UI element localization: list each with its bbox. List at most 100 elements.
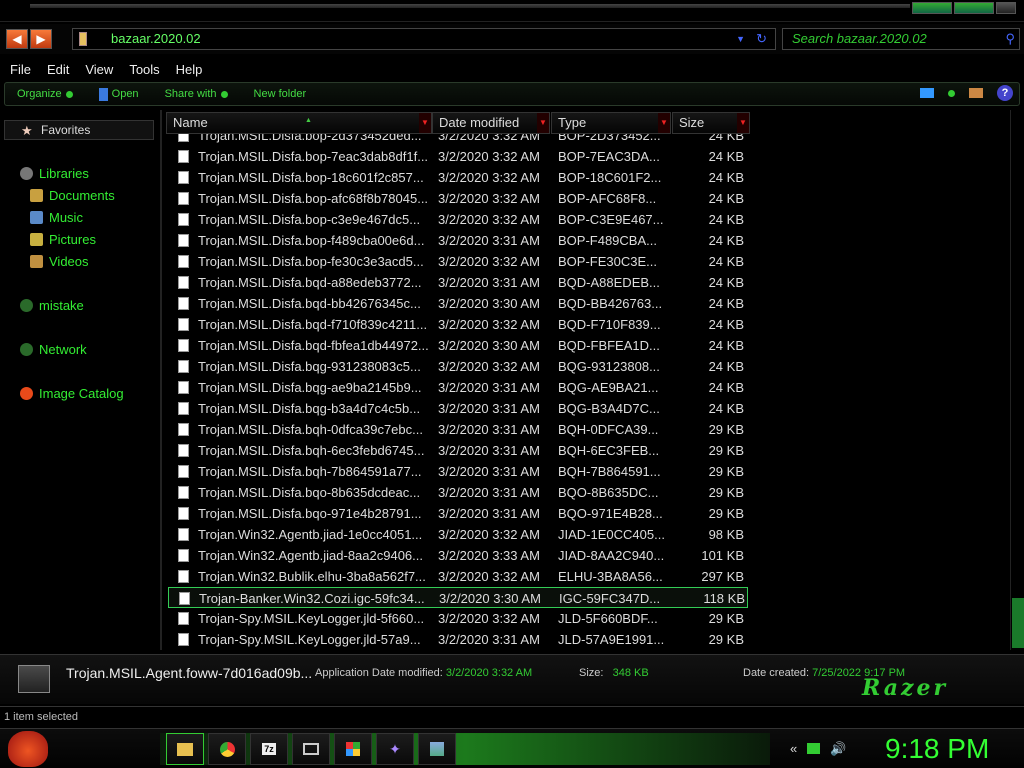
nav-music[interactable]: Music [30, 210, 83, 225]
file-row[interactable]: Trojan.MSIL.Disfa.bqd-fbfea1db44972... 3/… [168, 335, 748, 356]
7zip-taskbar-icon[interactable]: 7z [250, 733, 288, 765]
file-row[interactable]: Trojan.MSIL.Disfa.bop-18c601f2c857... 3/2… [168, 167, 748, 188]
file-row[interactable]: Trojan.MSIL.Disfa.bqh-6ec3febd6745... 3/2… [168, 440, 748, 461]
explorer-taskbar-icon[interactable] [166, 733, 204, 765]
remote-desktop-taskbar-icon[interactable] [292, 733, 330, 765]
file-row[interactable]: Trojan-Spy.MSIL.KeyLogger.jld-57a9... 3/2… [168, 629, 748, 650]
new-folder-label: New folder [253, 88, 307, 100]
tray-expand-icon[interactable]: « [790, 741, 797, 757]
clock[interactable]: 9:18 PM [885, 733, 989, 765]
paint-taskbar-icon[interactable] [418, 733, 456, 765]
file-name: Trojan.MSIL.Disfa.bop-fe30c3e3acd5... [198, 254, 424, 269]
column-header-bar: Name ▲ ▼ Date modified ▼ Type ▼ Size ▼ [162, 110, 1020, 134]
windows-taskbar-icon[interactable] [334, 733, 372, 765]
start-button[interactable] [8, 731, 48, 767]
file-row[interactable]: Trojan.MSIL.Disfa.bqh-7b864591a77... 3/2/… [168, 461, 748, 482]
organize-button[interactable]: Organize [17, 88, 73, 100]
name-filter-icon[interactable]: ▼ [419, 113, 431, 133]
maximize-button[interactable] [954, 2, 994, 14]
view-dropdown-icon[interactable] [948, 89, 955, 97]
nav-network[interactable]: Network [20, 342, 87, 357]
new-folder-button[interactable]: New folder [254, 88, 307, 100]
nav-mistake[interactable]: mistake [20, 298, 84, 313]
file-row[interactable]: Trojan.MSIL.Disfa.bop-7eac3dab8df1f... 3/… [168, 146, 748, 167]
chrome-taskbar-icon[interactable] [208, 733, 246, 765]
dropdown-icon[interactable]: ▼ [736, 29, 745, 49]
change-view-icon[interactable] [920, 88, 934, 98]
volume-icon[interactable]: 🔊 [830, 741, 846, 757]
file-row[interactable]: Trojan-Spy.MSIL.KeyLogger.jld-5f660... 3/… [168, 608, 748, 629]
menu-help[interactable]: Help [176, 62, 203, 77]
file-row[interactable]: Trojan.Win32.Agentb.jiad-1e0cc4051... 3/2… [168, 524, 748, 545]
file-row[interactable]: Trojan.MSIL.Disfa.bop-afc68f8b78045... 3/… [168, 188, 748, 209]
network-status-icon[interactable] [807, 743, 821, 754]
help-icon[interactable]: ? [997, 85, 1013, 101]
file-size: 24 KB [708, 134, 744, 143]
search-input[interactable]: Search bazaar.2020.02 ⚲ [782, 28, 1020, 50]
file-row[interactable]: Trojan.MSIL.Disfa.bqo-8b635dcdeac... 3/2/… [168, 482, 748, 503]
preview-pane-icon[interactable] [969, 88, 983, 98]
type-filter-icon[interactable]: ▼ [658, 113, 670, 133]
scrollbar-thumb[interactable] [1012, 598, 1024, 648]
file-type: BQH-0DFCA39... [558, 422, 659, 437]
file-row[interactable]: Trojan.MSIL.Disfa.bop-fe30c3e3acd5... 3/2… [168, 251, 748, 272]
vertical-scrollbar[interactable] [1010, 110, 1024, 650]
view-controls: ? [920, 85, 1013, 101]
navigation-bar: ◀ ▶ bazaar.2020.02 ▼ ↻ Search bazaar.202… [0, 24, 1024, 54]
forward-button[interactable]: ▶ [30, 29, 52, 49]
file-date: 3/2/2020 3:32 AM [438, 191, 540, 206]
minimize-button[interactable] [912, 2, 952, 14]
file-row[interactable]: Trojan.MSIL.Disfa.bqg-931238083c5... 3/2/… [168, 356, 748, 377]
share-with-button[interactable]: Share with [165, 88, 228, 100]
file-type: BQD-A88EDEB... [558, 275, 660, 290]
file-icon [178, 171, 189, 184]
column-size[interactable]: Size ▼ [672, 112, 750, 134]
column-name[interactable]: Name ▲ ▼ [166, 112, 432, 134]
file-row[interactable]: Trojan.MSIL.Disfa.bqg-ae9ba2145b9... 3/2/… [168, 377, 748, 398]
file-row[interactable]: Trojan.MSIL.Disfa.bqd-f710f839c4211... 3/… [168, 314, 748, 335]
size-filter-icon[interactable]: ▼ [737, 113, 749, 133]
file-row[interactable]: Trojan.MSIL.Disfa.bqh-0dfca39c7ebc... 3/2… [168, 419, 748, 440]
search-icon[interactable]: ⚲ [1005, 29, 1015, 49]
nav-pictures[interactable]: Pictures [30, 232, 96, 247]
file-name: Trojan.MSIL.Disfa.bqd-f710f839c4211... [198, 317, 428, 332]
open-button[interactable]: Open [98, 87, 139, 101]
tool-taskbar-icon[interactable]: ✦ [376, 733, 414, 765]
file-size: 24 KB [708, 380, 744, 395]
file-row[interactable]: Trojan.MSIL.Disfa.bop-c3e9e467dc5... 3/2/… [168, 209, 748, 230]
nav-favorites[interactable]: ★ Favorites [4, 120, 154, 140]
file-type: JLD-57A9E1991... [558, 632, 665, 647]
file-name: Trojan-Spy.MSIL.KeyLogger.jld-57a9... [198, 632, 421, 647]
menu-view[interactable]: View [85, 62, 113, 77]
address-bar[interactable]: bazaar.2020.02 ▼ ↻ [72, 28, 776, 50]
file-name: Trojan.MSIL.Disfa.bqd-bb42676345c... [198, 296, 421, 311]
file-row[interactable]: Trojan.Win32.Bublik.elhu-3ba8a562f7... 3/… [168, 566, 748, 587]
column-date-modified[interactable]: Date modified ▼ [432, 112, 550, 134]
file-type: BQH-6EC3FEB... [558, 443, 660, 458]
nav-videos[interactable]: Videos [30, 254, 89, 269]
file-row[interactable]: Trojan.MSIL.Disfa.bqd-a88edeb3772... 3/2/… [168, 272, 748, 293]
file-type: JIAD-1E0CC405... [558, 527, 665, 542]
pane-separator[interactable] [160, 110, 162, 650]
menu-tools[interactable]: Tools [129, 62, 159, 77]
nav-image-catalog[interactable]: Image Catalog [20, 386, 124, 401]
file-row[interactable]: Trojan.MSIL.Disfa.bqo-971e4b28791... 3/2/… [168, 503, 748, 524]
nav-libraries[interactable]: Libraries [20, 166, 89, 181]
back-button[interactable]: ◀ [6, 29, 28, 49]
file-row[interactable]: Trojan.MSIL.Disfa.bop-2d373452ded... 3/2/… [168, 134, 748, 146]
file-row[interactable]: Trojan.MSIL.Disfa.bqg-b3a4d7c4c5b... 3/2/… [168, 398, 748, 419]
refresh-icon[interactable]: ↻ [756, 29, 767, 49]
menu-edit[interactable]: Edit [47, 62, 69, 77]
column-type[interactable]: Type ▼ [551, 112, 671, 134]
file-name: Trojan.MSIL.Disfa.bop-f489cba00e6d... [198, 233, 425, 248]
date-filter-icon[interactable]: ▼ [537, 113, 549, 133]
file-type: JLD-5F660BDF... [558, 611, 658, 626]
file-row[interactable]: Trojan.MSIL.Disfa.bqd-bb42676345c... 3/2/… [168, 293, 748, 314]
file-row[interactable]: Trojan.Win32.Agentb.jiad-8aa2c9406... 3/2… [168, 545, 748, 566]
file-row[interactable]: Trojan-Banker.Win32.Cozi.igc-59fc34... 3/… [168, 587, 748, 608]
close-button[interactable] [996, 2, 1016, 14]
sort-indicator-icon: ▲ [305, 117, 312, 124]
nav-documents[interactable]: Documents [30, 188, 115, 203]
menu-file[interactable]: File [10, 62, 31, 77]
file-row[interactable]: Trojan.MSIL.Disfa.bop-f489cba00e6d... 3/2… [168, 230, 748, 251]
